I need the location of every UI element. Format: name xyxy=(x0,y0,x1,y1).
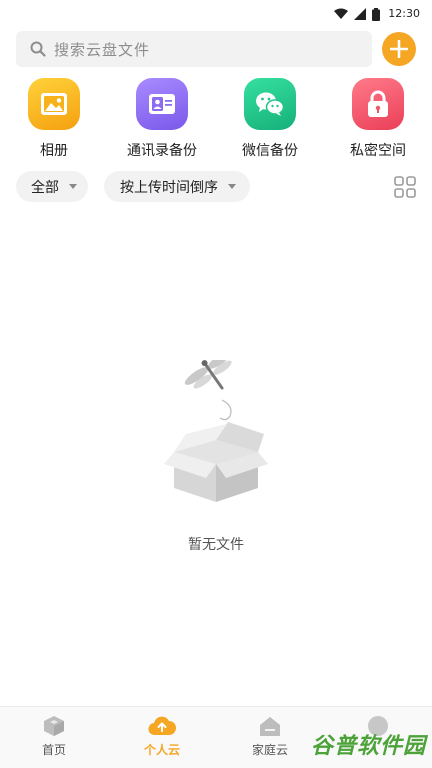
quick-action-album[interactable]: 相册 xyxy=(0,78,108,160)
sort-order-label: 按上传时间倒序 xyxy=(120,179,218,196)
search-row: 搜索云盘文件 xyxy=(16,31,416,67)
search-icon xyxy=(30,41,46,57)
nav-item-personal-cloud[interactable]: 个人云 xyxy=(108,715,216,758)
chevron-down-icon xyxy=(228,184,236,189)
quick-action-wechat-backup[interactable]: 微信备份 xyxy=(216,78,324,160)
quick-action-contacts-backup[interactable]: 通讯录备份 xyxy=(108,78,216,160)
quick-action-private-space[interactable]: 私密空间 xyxy=(324,78,432,160)
status-bar: 12:30 xyxy=(0,0,432,28)
nav-item-home[interactable]: 首页 xyxy=(0,715,108,758)
personal-cloud-upload-icon xyxy=(148,716,176,736)
photo-album-icon xyxy=(28,78,80,130)
status-icons: 12:30 xyxy=(334,6,420,22)
battery-icon xyxy=(372,7,381,21)
watermark-logo: 谷普软件园 xyxy=(310,734,426,759)
nav-label: 家庭云 xyxy=(251,743,288,757)
quick-action-label: 相册 xyxy=(40,143,68,159)
search-placeholder: 搜索云盘文件 xyxy=(54,40,151,59)
chevron-down-icon xyxy=(69,184,77,189)
status-time: 12:30 xyxy=(388,7,420,20)
quick-action-label: 微信备份 xyxy=(242,143,298,159)
wifi-icon xyxy=(334,8,349,19)
contacts-backup-icon xyxy=(136,78,188,130)
private-space-lock-icon xyxy=(352,78,404,130)
plus-icon xyxy=(390,40,408,58)
empty-state: 暂无文件 xyxy=(0,360,432,560)
empty-box-dragonfly-icon xyxy=(164,360,268,502)
type-filter-label: 全部 xyxy=(31,179,59,196)
nav-label: 首页 xyxy=(41,743,66,757)
filter-row: 全部 按上传时间倒序 xyxy=(16,171,416,203)
sort-order-dropdown[interactable]: 按上传时间倒序 xyxy=(104,171,250,202)
empty-state-message: 暂无文件 xyxy=(188,537,244,553)
home-cube-icon xyxy=(44,716,64,736)
type-filter-dropdown[interactable]: 全部 xyxy=(16,171,88,202)
nav-label: 个人云 xyxy=(143,743,180,757)
cell-signal-icon xyxy=(354,8,367,20)
add-button[interactable] xyxy=(382,32,416,66)
quick-actions: 相册 通讯录备份 微信备份 私密空间 xyxy=(0,78,432,160)
quick-action-label: 通讯录备份 xyxy=(127,143,197,159)
grid-view-icon[interactable] xyxy=(394,176,416,198)
wechat-backup-icon xyxy=(244,78,296,130)
family-cloud-house-icon xyxy=(260,717,280,736)
quick-action-label: 私密空间 xyxy=(350,143,406,159)
search-input[interactable]: 搜索云盘文件 xyxy=(16,31,372,67)
